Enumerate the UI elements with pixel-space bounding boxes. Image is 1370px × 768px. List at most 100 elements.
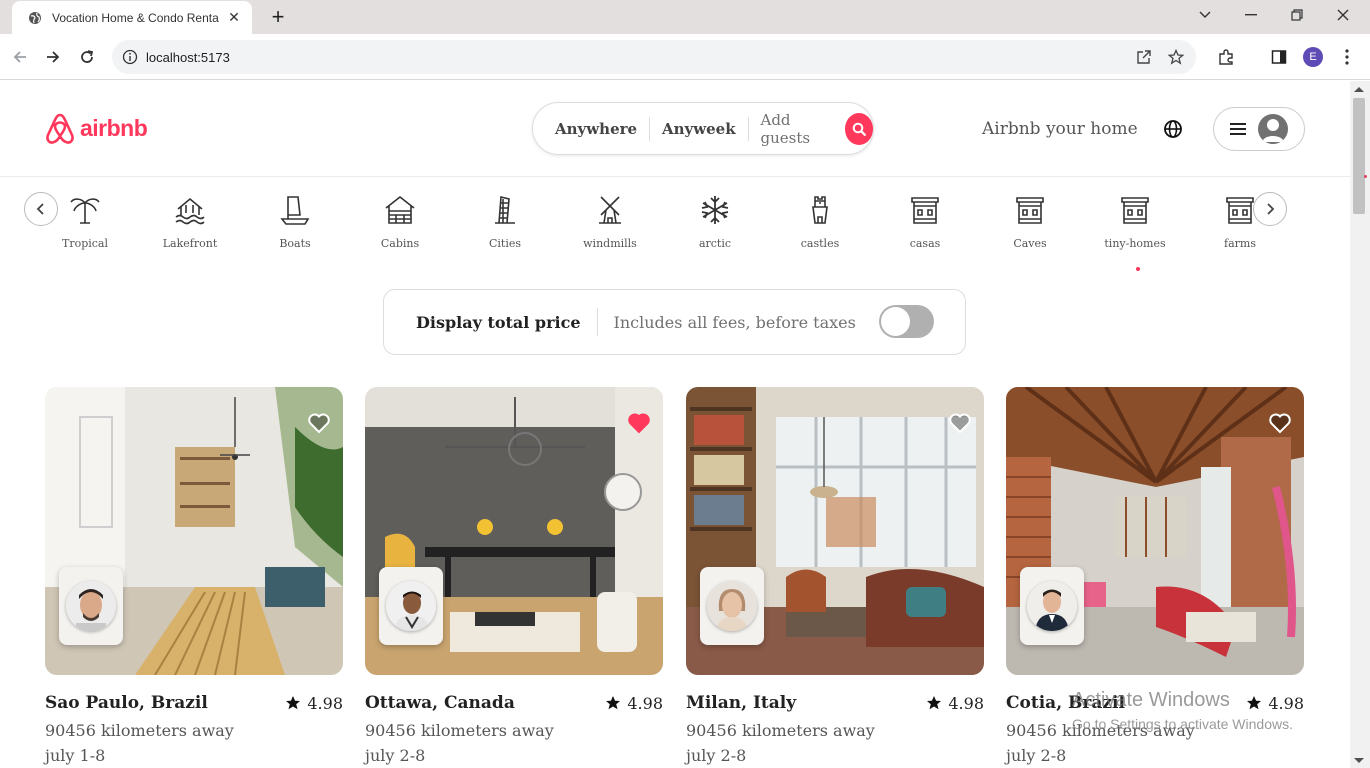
listing-location: Milan, Italy <box>686 693 797 713</box>
search-anyweek[interactable]: Anyweek <box>662 120 736 138</box>
rating-value: 4.98 <box>1268 693 1304 713</box>
browser-tab[interactable]: Vocation Home & Condo Renta ✕ <box>12 1 252 34</box>
reload-icon[interactable] <box>73 43 101 71</box>
category-tropical[interactable]: Tropical <box>35 193 135 250</box>
listing-photo[interactable] <box>686 387 984 675</box>
minimize-icon[interactable] <box>1228 0 1274 30</box>
category-caves[interactable]: Caves <box>980 193 1080 250</box>
address-bar[interactable]: localhost:5173 <box>112 40 1196 74</box>
price-divider <box>596 308 598 336</box>
scroll-down-arrow[interactable] <box>1354 758 1364 763</box>
category-casas[interactable]: casas <box>875 193 975 250</box>
listing-dates: july 1-8 <box>45 746 106 765</box>
host-avatar-card <box>379 567 443 645</box>
category-tiny-homes[interactable]: tiny-homes <box>1085 193 1185 250</box>
snowflake-icon <box>701 196 729 224</box>
listing-card[interactable]: Ottawa, Canada 4.98 90456 kilometers awa… <box>365 387 663 765</box>
category-label: Cities <box>488 237 522 250</box>
listing-photo[interactable] <box>365 387 663 675</box>
listing-location: Cotia, Brazil <box>1006 693 1125 713</box>
host-avatar-card <box>700 567 764 645</box>
total-price-panel: Display total price Includes all fees, b… <box>383 289 966 355</box>
lakefront-icon <box>175 197 205 225</box>
rating-value: 4.98 <box>627 693 663 713</box>
category-label: Lakefront <box>162 237 218 250</box>
host-avatar <box>707 581 757 631</box>
back-icon[interactable] <box>6 43 34 71</box>
airbnb-your-home-link[interactable]: Airbnb your home <box>982 119 1138 139</box>
active-category-indicator <box>1136 267 1140 271</box>
search-icon <box>852 122 866 136</box>
user-avatar-icon <box>1258 114 1288 144</box>
category-cities[interactable]: Cities <box>455 193 555 250</box>
host-avatar-card <box>1020 567 1084 645</box>
language-globe-icon[interactable] <box>1163 119 1183 139</box>
favorite-heart-icon[interactable] <box>1268 411 1292 435</box>
category-castles[interactable]: castles <box>770 193 870 250</box>
category-label: arctic <box>698 237 732 250</box>
share-icon[interactable] <box>1130 43 1158 71</box>
listing-location: Ottawa, Canada <box>365 693 515 713</box>
listing-dates: july 2-8 <box>365 746 426 765</box>
total-price-toggle[interactable] <box>879 305 934 338</box>
listing-location: Sao Paulo, Brazil <box>45 693 208 713</box>
airbnb-logo[interactable]: airbnb <box>44 111 148 145</box>
windmill-icon <box>599 196 621 224</box>
listing-distance: 90456 kilometers away <box>686 721 875 740</box>
side-panel-icon[interactable] <box>1265 43 1293 71</box>
listing-distance: 90456 kilometers away <box>45 721 234 740</box>
host-avatar <box>386 581 436 631</box>
close-window-icon[interactable] <box>1320 0 1366 30</box>
listing-photo[interactable] <box>1006 387 1304 675</box>
airbnb-logo-icon <box>46 113 74 144</box>
category-arctic[interactable]: arctic <box>665 193 765 250</box>
category-label: windmills <box>583 237 637 250</box>
listing-photo[interactable] <box>45 387 343 675</box>
city-tower-icon <box>495 195 515 224</box>
category-windmills[interactable]: windmills <box>560 193 660 250</box>
extensions-icon[interactable] <box>1212 43 1240 71</box>
browser-menu-icon[interactable] <box>1340 46 1354 68</box>
search-divider <box>649 116 650 141</box>
star-icon <box>927 696 942 710</box>
listing-card[interactable]: Cotia, Brazil 4.98 90456 kilometers away… <box>1006 387 1304 765</box>
favorite-heart-icon[interactable] <box>627 411 651 435</box>
user-menu-button[interactable] <box>1213 107 1305 151</box>
scroll-up-arrow[interactable] <box>1354 87 1364 92</box>
star-icon <box>286 696 301 710</box>
scroll-marker <box>1364 175 1367 178</box>
close-tab-icon[interactable]: ✕ <box>226 9 242 26</box>
castle-icon <box>812 196 828 224</box>
tab-search-icon[interactable] <box>1182 0 1228 30</box>
search-anywhere[interactable]: Anywhere <box>555 120 637 138</box>
category-lakefront[interactable]: Lakefront <box>140 193 240 250</box>
category-cabins[interactable]: Cabins <box>350 193 450 250</box>
search-button[interactable] <box>844 112 873 145</box>
category-next-button[interactable] <box>1253 192 1287 226</box>
forward-icon[interactable] <box>39 43 67 71</box>
listing-card[interactable]: Milan, Italy 4.98 90456 kilometers away … <box>686 387 984 765</box>
bookmark-star-icon[interactable] <box>1162 43 1190 71</box>
search-divider <box>747 116 749 141</box>
page-viewport: airbnb Anywhere Anyweek Add guests Airbn… <box>0 81 1350 768</box>
listing-card[interactable]: Sao Paulo, Brazil 4.98 90456 kilometers … <box>45 387 343 765</box>
favorite-heart-icon[interactable] <box>948 411 972 435</box>
category-boats[interactable]: Boats <box>245 193 345 250</box>
category-label: Tropical <box>61 237 108 250</box>
profile-avatar[interactable]: E <box>1303 47 1323 67</box>
scrollbar-thumb[interactable] <box>1353 98 1365 214</box>
star-icon <box>1247 696 1262 710</box>
house-icon <box>1226 197 1254 224</box>
logo-text: airbnb <box>80 114 148 141</box>
rating-value: 4.98 <box>948 693 984 713</box>
favorite-heart-icon[interactable] <box>307 411 331 435</box>
category-label: Boats <box>279 237 311 250</box>
search-bar[interactable]: Anywhere Anyweek Add guests <box>532 102 874 155</box>
search-add-guests[interactable]: Add guests <box>760 111 834 147</box>
total-price-label: Display total price <box>416 312 581 332</box>
restore-icon[interactable] <box>1274 0 1320 30</box>
new-tab-button[interactable]: + <box>264 4 292 30</box>
page-scrollbar[interactable] <box>1350 81 1370 768</box>
site-info-icon[interactable] <box>122 49 138 65</box>
listing-rating: 4.98 <box>285 694 343 713</box>
